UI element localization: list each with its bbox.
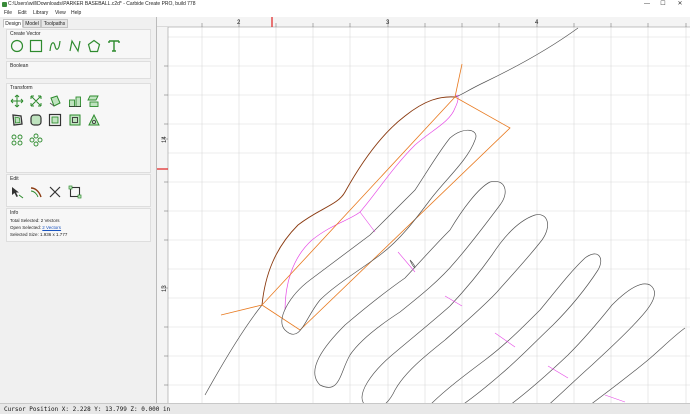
- menu-bar: File Edit Library View Help: [0, 9, 690, 17]
- menu-help[interactable]: Help: [71, 10, 81, 16]
- design-panel: Design Model Toolpaths Create Vector Boo…: [0, 17, 157, 403]
- edit-label: Edit: [10, 176, 19, 182]
- transform-label: Transform: [10, 85, 33, 91]
- baseball-stitch-vectors[interactable]: [281, 129, 686, 403]
- minimize-button[interactable]: —: [640, 0, 654, 9]
- info-total-selected: Total Selected: 2 Vectors: [10, 218, 60, 223]
- canvas-drawing: 2 3 4 14 13: [157, 17, 690, 403]
- status-bar: Cursor Position X: 2.228 Y: 13.799 Z: 0.…: [0, 403, 690, 414]
- scale-icon[interactable]: [29, 94, 43, 108]
- total-selected-value: 2 Vectors: [40, 218, 60, 223]
- outer-boundary-vector[interactable]: [204, 304, 263, 396]
- outline-icon[interactable]: [68, 113, 82, 127]
- weld-icon[interactable]: [87, 113, 101, 127]
- ruler-y-label: 13: [162, 285, 168, 292]
- selection-handle[interactable]: [454, 63, 463, 98]
- info-label: Info: [10, 210, 19, 216]
- app-icon: [2, 2, 7, 7]
- selected-size-label: Selected Size:: [10, 232, 39, 237]
- ruler-y-label: 14: [162, 136, 168, 143]
- total-selected-label: Total Selected:: [10, 218, 40, 223]
- menu-file[interactable]: File: [4, 10, 12, 16]
- array-icon[interactable]: [10, 133, 24, 147]
- create-vector-label: Create Vector: [10, 31, 41, 37]
- menu-view[interactable]: View: [55, 10, 66, 16]
- open-selected-label: Open Selected:: [10, 225, 42, 230]
- curve-icon[interactable]: [48, 39, 62, 53]
- mirror-icon[interactable]: [87, 94, 101, 108]
- align-icon[interactable]: [68, 94, 82, 108]
- selection-box[interactable]: [261, 96, 511, 331]
- polygon-icon[interactable]: [87, 39, 101, 53]
- boundary-icon[interactable]: [68, 185, 82, 199]
- vertical-ruler: [157, 27, 168, 403]
- close-button[interactable]: ✕: [673, 0, 687, 9]
- inset-icon[interactable]: [48, 113, 62, 127]
- node-edit-icon[interactable]: [10, 185, 24, 199]
- rotate-icon[interactable]: [48, 94, 62, 108]
- trim-icon[interactable]: [29, 185, 43, 199]
- cut-icon[interactable]: [48, 185, 62, 199]
- window-title: C:\Users\will\Downloads\PARKER BASEBALL.…: [8, 1, 196, 7]
- text-icon[interactable]: [107, 39, 121, 53]
- offset-icon[interactable]: [10, 113, 24, 127]
- menu-library[interactable]: Library: [33, 10, 48, 16]
- tab-design[interactable]: Design: [3, 19, 23, 28]
- selected-size-value: 1.936 x 1.777: [40, 232, 68, 237]
- toolpath-segments: [359, 211, 626, 403]
- maximize-button[interactable]: ☐: [656, 0, 670, 9]
- cursor-position: Cursor Position X: 2.228 Y: 13.799 Z: 0.…: [4, 406, 171, 413]
- title-bar: C:\Users\will\Downloads\PARKER BASEBALL.…: [0, 0, 690, 9]
- move-icon[interactable]: [10, 94, 24, 108]
- circular-array-icon[interactable]: [29, 133, 43, 147]
- menu-edit[interactable]: Edit: [18, 10, 27, 16]
- rectangle-icon[interactable]: [29, 39, 43, 53]
- info-open-selected: Open Selected: 2 Vectors: [10, 225, 61, 230]
- design-canvas[interactable]: 2 3 4 14 13: [157, 17, 690, 403]
- info-selected-size: Selected Size: 1.936 x 1.777: [10, 232, 67, 237]
- circle-icon[interactable]: [10, 39, 24, 53]
- outer-boundary-vector[interactable]: [454, 27, 579, 98]
- tab-toolpaths[interactable]: Toolpaths: [41, 19, 68, 28]
- tab-model[interactable]: Model: [23, 19, 41, 28]
- boolean-label: Boolean: [10, 63, 29, 69]
- fillet-icon[interactable]: [29, 113, 43, 127]
- open-selected-link[interactable]: 2 Vectors: [42, 225, 61, 230]
- polyline-icon[interactable]: [68, 39, 82, 53]
